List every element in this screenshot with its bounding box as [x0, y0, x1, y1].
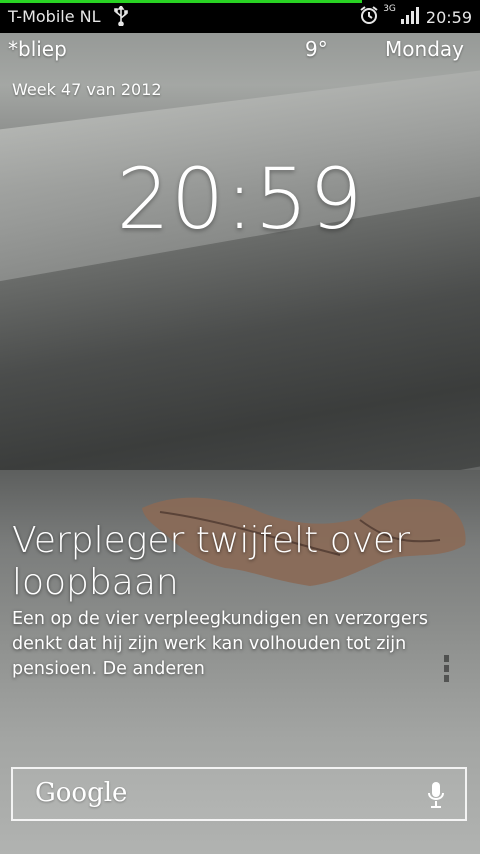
temperature-label: 9°: [305, 37, 328, 61]
carrier-name: T-Mobile NL: [8, 7, 101, 26]
weather-widget[interactable]: *bliep 9° Monday: [0, 37, 480, 67]
3g-icon: 3G: [383, 4, 396, 14]
usb-icon: [113, 4, 129, 30]
google-logo: Google: [35, 778, 128, 808]
google-search-bar[interactable]: Google: [11, 767, 467, 821]
day-label: Monday: [385, 37, 464, 61]
status-clock: 20:59: [425, 7, 472, 27]
progress-indicator: [0, 0, 363, 3]
status-bar: T-Mobile NL 3G 20:59: [0, 0, 480, 33]
clock-widget[interactable]: 20:59: [0, 150, 480, 248]
lockscreen-wallpaper: [0, 0, 480, 854]
news-title[interactable]: Verpleger twijfelt over loopbaan: [12, 520, 452, 604]
signal-icon: [400, 5, 420, 29]
week-label: Week 47 van 2012: [12, 80, 162, 99]
overflow-menu-icon[interactable]: [444, 655, 452, 685]
alarm-icon: [359, 5, 379, 29]
microphone-icon[interactable]: [427, 781, 445, 813]
location-label: *bliep: [8, 37, 67, 61]
news-widget[interactable]: Verpleger twijfelt over loopbaan Een op …: [12, 520, 452, 682]
news-body: Een op de vier verpleegkundigen en verzo…: [12, 609, 428, 679]
